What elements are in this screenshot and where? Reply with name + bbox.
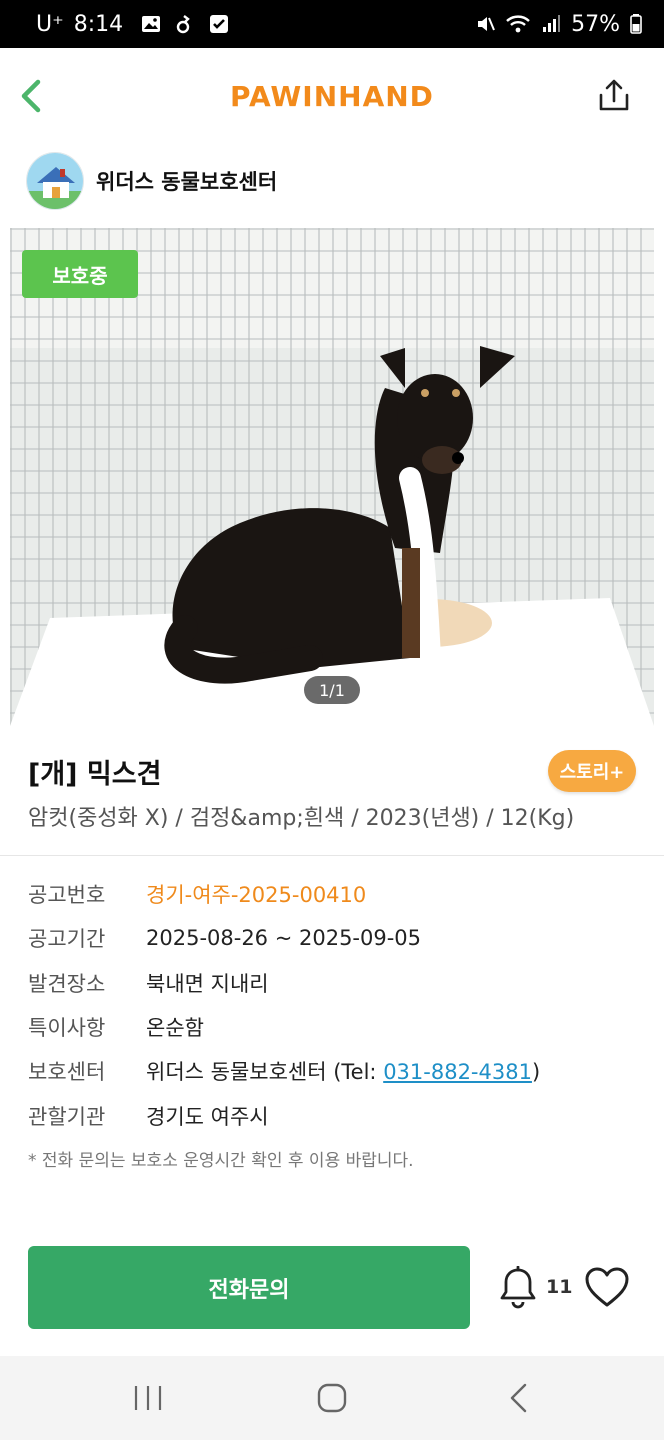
notification-icon (176, 15, 190, 34)
signal-icon (543, 15, 561, 32)
checkbox-icon (210, 15, 229, 33)
clock: 8:14 (73, 11, 124, 37)
info-row-found-place: 발견장소 북내면 지내리 (28, 961, 638, 1005)
back-nav-icon[interactable] (500, 1378, 540, 1418)
info-label: 특이사항 (28, 1016, 106, 1041)
call-notice: * 전화 문의는 보호소 운영시간 확인 후 이용 바랍니다. (28, 1151, 414, 1171)
story-button[interactable]: 스토리+ (548, 750, 636, 792)
share-button[interactable] (596, 78, 632, 114)
dog-in-cage-image (10, 228, 654, 726)
info-row-notice-number: 공고번호 경기-여주-2025-00410 (28, 872, 638, 916)
info-label: 관할기관 (28, 1104, 106, 1129)
shelter-contact-prefix: 위더스 동물보호센터 (Tel: (146, 1060, 384, 1085)
info-value: 온순함 (146, 1016, 204, 1041)
animal-photo[interactable]: 보호중 1/1 (10, 228, 654, 726)
info-row-shelter: 보호센터 위더스 동물보호센터 (Tel: 031-882-4381) (28, 1049, 638, 1093)
info-table: 공고번호 경기-여주-2025-00410 공고기간 2025-08-26 ~ … (28, 872, 638, 1138)
info-row-remarks: 특이사항 온순함 (28, 1005, 638, 1049)
shelter-name: 위더스 동물보호센터 (96, 170, 278, 194)
info-label: 보호센터 (28, 1060, 106, 1085)
house-avatar-icon (26, 152, 84, 210)
info-row-notice-period: 공고기간 2025-08-26 ~ 2025-09-05 (28, 916, 638, 960)
mute-icon (478, 17, 496, 31)
info-label: 공고번호 (28, 883, 106, 908)
info-label: 공고기간 (28, 927, 106, 952)
status-badge: 보호중 (22, 250, 138, 298)
info-value: 위더스 동물보호센터 (Tel: 031-882-4381) (146, 1056, 540, 1086)
info-label: 발견장소 (28, 971, 106, 996)
battery-label: 57% (571, 11, 620, 37)
animal-summary-text: 암컷(중성화 X) / 검정&amp;흰색 / 2023(년생) / 12(Kg… (28, 806, 575, 831)
app-header: PAWINHAND (0, 48, 664, 144)
carrier-label: U⁺ (36, 11, 64, 37)
bell-icon[interactable] (498, 1266, 538, 1310)
wifi-icon (506, 15, 530, 33)
info-value: 경기-여주-2025-00410 (146, 883, 367, 908)
animal-summary: [개] 믹스견 스토리+ 암컷(중성화 X) / 검정&amp;흰색 / 202… (0, 728, 664, 856)
brand-logo: PAWINHAND (230, 79, 434, 113)
heart-icon[interactable] (584, 1266, 630, 1308)
status-bar: U⁺ 8:14 57% (0, 0, 664, 48)
home-icon[interactable] (312, 1378, 352, 1418)
call-button[interactable]: 전화문의 (28, 1246, 470, 1329)
system-nav-bar (0, 1356, 664, 1440)
recent-apps-icon[interactable] (128, 1378, 168, 1418)
shelter-row[interactable]: 위더스 동물보호센터 (0, 148, 664, 214)
back-button[interactable] (12, 76, 52, 116)
info-value: 2025-08-26 ~ 2025-09-05 (146, 926, 422, 951)
photo-counter: 1/1 (304, 676, 360, 704)
alert-count: 11 (546, 1276, 573, 1298)
phone-link[interactable]: 031-882-4381 (383, 1060, 532, 1084)
info-value: 북내면 지내리 (146, 971, 269, 996)
image-icon (142, 16, 161, 32)
animal-title: [개] 믹스견 (28, 759, 162, 790)
info-value: 경기도 여주시 (146, 1104, 269, 1129)
battery-icon (630, 14, 642, 34)
info-row-authority: 관할기관 경기도 여주시 (28, 1093, 638, 1137)
shelter-contact-suffix: ) (531, 1060, 541, 1085)
